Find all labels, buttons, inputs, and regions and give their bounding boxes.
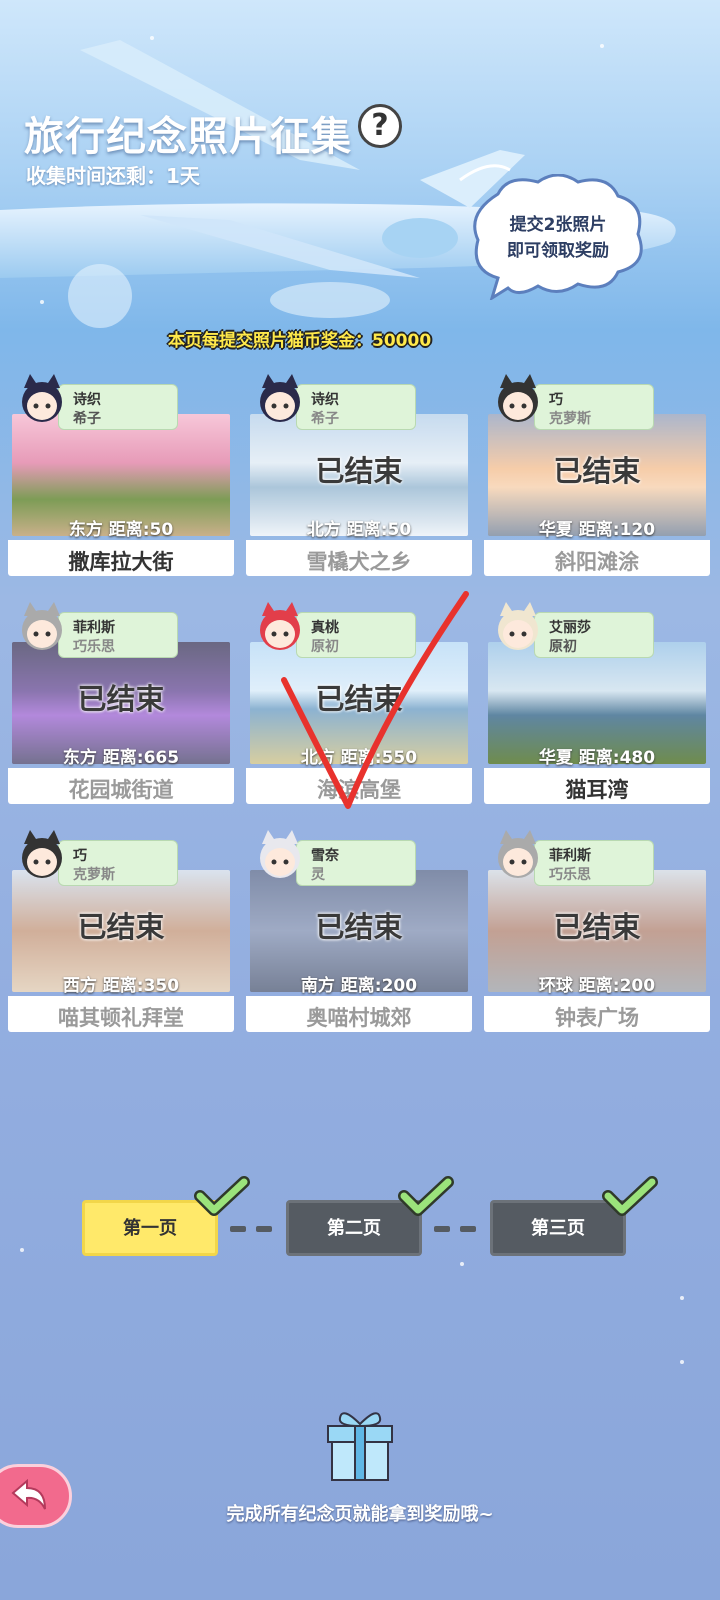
character-subname: 巧乐思 (73, 639, 115, 655)
pager-dash (256, 1226, 272, 1232)
character-avatar-icon (260, 830, 300, 878)
card-location-label: 撒库拉大街 (68, 550, 174, 574)
character-name: 巧 (73, 848, 87, 864)
page-complete-check-icon (194, 1176, 250, 1216)
pager-dash (460, 1226, 476, 1232)
character-name: 巧 (549, 392, 563, 408)
character-tag: 巧 克萝斯 (534, 384, 654, 430)
character-avatar-icon (260, 374, 300, 422)
character-avatar-icon (498, 602, 538, 650)
character-name: 菲利斯 (73, 620, 115, 636)
character-avatar-icon (22, 602, 62, 650)
character-name: 艾丽莎 (549, 620, 591, 636)
character-subname: 克萝斯 (73, 867, 115, 883)
character-subname: 灵 (311, 867, 325, 883)
character-tag: 诗织 希子 (58, 384, 178, 430)
card-ended-text: 已结束 (77, 910, 165, 944)
card-distance: 环球 距离:200 (538, 976, 656, 996)
reward-text: 本页每提交照片猫币奖金：50000 (168, 331, 432, 351)
character-name: 诗织 (311, 392, 339, 408)
card-distance: 北方 距离:50 (306, 520, 412, 540)
page-complete-check-icon (398, 1176, 454, 1216)
card-distance: 东方 距离:665 (62, 748, 180, 768)
card-ended-text: 已结束 (77, 682, 165, 716)
card-location-label: 奥喵村城郊 (306, 1006, 412, 1030)
card-distance: 西方 距离:350 (62, 976, 180, 996)
gift-icon[interactable] (322, 1408, 398, 1484)
photo-card[interactable]: 撒库拉大街 东方 距离:50 诗织 希子 (8, 372, 234, 576)
character-avatar-icon (22, 830, 62, 878)
photo-card[interactable]: 雪橇犬之乡 北方 距离:50 已结束 诗织 希子 (246, 372, 472, 576)
character-avatar-icon (498, 830, 538, 878)
card-distance: 华夏 距离:480 (538, 748, 656, 768)
back-arrow-icon (11, 1479, 46, 1510)
character-subname: 克萝斯 (549, 411, 591, 427)
card-location-label: 喵其顿礼拜堂 (58, 1006, 184, 1030)
card-ended-text: 已结束 (315, 910, 403, 944)
character-subname: 希子 (311, 411, 339, 427)
help-icon[interactable]: ? (358, 104, 402, 148)
character-name: 雪奈 (311, 848, 339, 864)
character-subname: 原初 (549, 639, 577, 655)
page-complete-check-icon (602, 1176, 658, 1216)
character-tag: 雪奈 灵 (296, 840, 416, 886)
page-title: 旅行纪念照片征集 (24, 114, 352, 160)
bubble-line1: 提交2张照片 (509, 215, 607, 235)
character-tag: 巧 克萝斯 (58, 840, 178, 886)
card-location-label: 雪橇犬之乡 (306, 550, 412, 574)
pager-dash (230, 1226, 246, 1232)
character-avatar-icon (498, 374, 538, 422)
card-location-label: 钟表广场 (555, 1006, 639, 1030)
card-distance: 东方 距离:50 (68, 520, 174, 540)
completion-hint: 完成所有纪念页就能拿到奖励哦~ (226, 1504, 494, 1525)
photo-card[interactable]: 奥喵村城郊 南方 距离:200 已结束 雪奈 灵 (246, 828, 472, 1032)
photo-card[interactable]: 钟表广场 环球 距离:200 已结束 菲利斯 巧乐思 (484, 828, 710, 1032)
hand-drawn-check-icon (281, 591, 469, 809)
character-tag: 菲利斯 巧乐思 (58, 612, 178, 658)
character-avatar-icon (22, 374, 62, 422)
card-distance: 南方 距离:200 (300, 976, 418, 996)
card-ended-text: 已结束 (315, 454, 403, 488)
photo-card[interactable]: 斜阳滩涂 华夏 距离:120 已结束 巧 克萝斯 (484, 372, 710, 576)
card-location-label: 斜阳滩涂 (555, 550, 639, 574)
photo-card[interactable]: 喵其顿礼拜堂 西方 距离:350 已结束 巧 克萝斯 (8, 828, 234, 1032)
back-button[interactable] (0, 1464, 72, 1528)
character-subname: 巧乐思 (549, 867, 591, 883)
card-location-label: 猫耳湾 (565, 778, 629, 802)
card-ended-text: 已结束 (553, 454, 641, 488)
character-name: 诗织 (73, 392, 101, 408)
character-tag: 诗织 希子 (296, 384, 416, 430)
card-location-label: 花园城街道 (68, 778, 174, 802)
character-name: 菲利斯 (549, 848, 591, 864)
bubble-text: 提交2张照片 即可领取奖励 (478, 212, 638, 264)
card-ended-text: 已结束 (553, 910, 641, 944)
character-subname: 希子 (73, 411, 101, 427)
photo-card[interactable]: 猫耳湾 华夏 距离:480 艾丽莎 原初 (484, 600, 710, 804)
card-distance: 华夏 距离:120 (538, 520, 656, 540)
photo-card[interactable]: 花园城街道 东方 距离:665 已结束 菲利斯 巧乐思 (8, 600, 234, 804)
character-tag: 艾丽莎 原初 (534, 612, 654, 658)
pager-dash (434, 1226, 450, 1232)
countdown-text: 收集时间还剩：1天 (26, 164, 200, 188)
character-tag: 菲利斯 巧乐思 (534, 840, 654, 886)
bubble-line2: 即可领取奖励 (507, 241, 609, 261)
